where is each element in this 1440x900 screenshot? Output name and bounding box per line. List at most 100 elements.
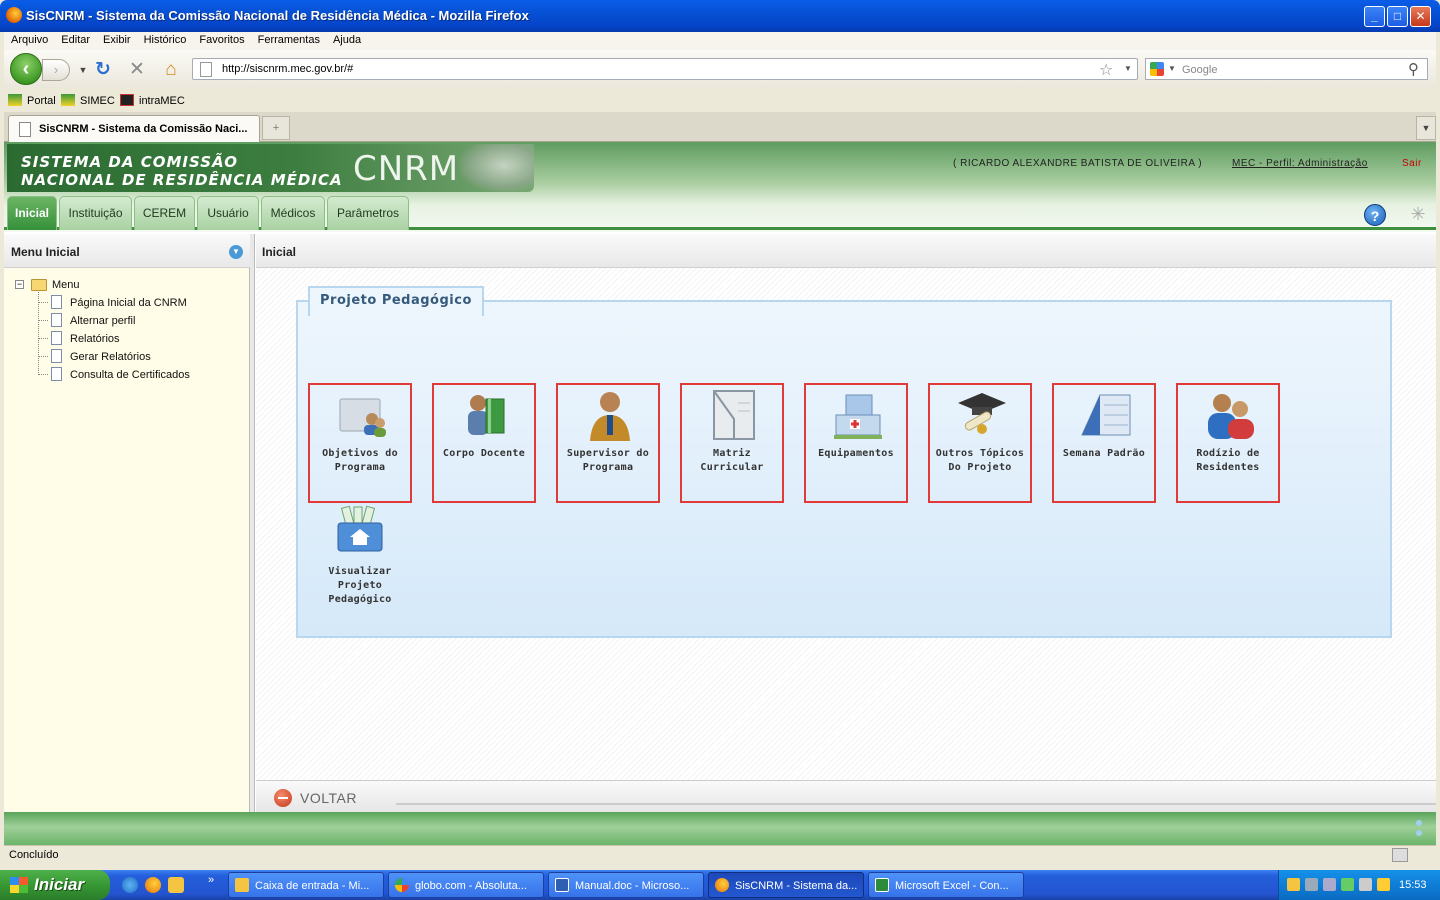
menu-ajuda[interactable]: Ajuda (333, 32, 361, 49)
tile-label: Supervisor do (566, 448, 650, 459)
tile-label: Visualizar (328, 566, 392, 577)
tile-matriz-curricular[interactable]: Matriz Curricular (680, 383, 784, 503)
tree-item-gerar-relatorios[interactable]: Gerar Relatórios (70, 351, 151, 363)
task-caixa-entrada[interactable]: Caixa de entrada - Mi... (228, 872, 384, 898)
menu-exibir[interactable]: Exibir (103, 32, 131, 49)
tray-shield-icon[interactable] (1377, 878, 1390, 891)
task-manual-doc[interactable]: Manual.doc - Microso... (548, 872, 704, 898)
menu-editar[interactable]: Editar (61, 32, 90, 49)
tile-equipamentos[interactable]: Equipamentos (804, 383, 908, 503)
tile-label: Curricular (700, 462, 764, 473)
tray-outlook-icon[interactable] (1287, 878, 1300, 891)
status-text: Concluído (9, 849, 59, 861)
tile-rodizio-residentes[interactable]: Rodízio de Residentes (1176, 383, 1280, 503)
tile-objetivos[interactable]: Objetivos do Programa (308, 383, 412, 503)
tab-parametros[interactable]: Parâmetros (327, 196, 409, 230)
graduation-cap-icon (958, 393, 1006, 434)
bookmark-simec[interactable]: SIMEC (61, 94, 115, 107)
home-icon[interactable]: ⌂ (160, 59, 182, 81)
tile-semana-padrao[interactable]: Semana Padrão (1052, 383, 1156, 503)
bookmark-intramec[interactable]: intraMEC (120, 94, 185, 107)
tree-collapse-toggle[interactable]: − (15, 280, 24, 289)
tray-network-icon[interactable] (1305, 878, 1318, 891)
back-voltar-button[interactable]: VOLTAR (274, 789, 357, 807)
stop-icon[interactable]: ✕ (126, 59, 148, 81)
collapse-icon[interactable]: ▼ (229, 245, 243, 259)
tile-corpo-docente[interactable]: Corpo Docente (432, 383, 536, 503)
help-icon[interactable]: ? (1364, 204, 1386, 226)
url-dropdown-icon[interactable]: ▼ (1124, 64, 1132, 73)
tab-cerem[interactable]: CEREM (134, 196, 195, 230)
tab-medicos[interactable]: Médicos (261, 196, 325, 230)
tab-instituicao[interactable]: Instituição (59, 196, 132, 230)
search-engine-dropdown-icon[interactable]: ▼ (1168, 64, 1176, 73)
bookmark-portal[interactable]: Portal (8, 94, 56, 107)
page-icon (51, 349, 62, 363)
tree-item-relatorios[interactable]: Relatórios (70, 333, 120, 345)
forward-button[interactable]: › (42, 59, 70, 81)
page-icon (51, 331, 62, 345)
minimize-button[interactable]: _ (1364, 6, 1385, 27)
tile-label: Outros Tópicos (935, 448, 1025, 459)
menu-ferramentas[interactable]: Ferramentas (258, 32, 320, 49)
tree-item-consulta-certificados[interactable]: Consulta de Certificados (70, 369, 190, 381)
logo-cnrm: CNRM (353, 149, 460, 189)
system-tray: 15:53 (1278, 870, 1440, 900)
close-button[interactable]: ✕ (1410, 6, 1431, 27)
task-excel[interactable]: Microsoft Excel - Con... (868, 872, 1024, 898)
bookmark-simec-label: SIMEC (80, 95, 115, 107)
logout-link[interactable]: Sair (1402, 158, 1422, 169)
search-icon[interactable]: ⚲ (1408, 60, 1419, 78)
tile-label: Matriz (713, 448, 751, 459)
firefox-quicklaunch-icon[interactable] (145, 877, 161, 893)
panel-splitter[interactable] (250, 234, 255, 812)
bookmark-intramec-label: intraMEC (139, 95, 185, 107)
address-bar[interactable]: http://siscnrm.mec.gov.br/# ☆ ▼ (192, 58, 1138, 80)
search-input[interactable]: Google (1182, 64, 1217, 76)
profile-link[interactable]: MEC - Perfil: Administração (1232, 158, 1368, 169)
firefox-icon (715, 878, 729, 892)
google-icon[interactable] (1150, 62, 1164, 76)
tree-item-alternar-perfil[interactable]: Alternar perfil (70, 315, 135, 327)
left-panel-header: Menu Inicial ▼ (4, 234, 250, 268)
tile-supervisor[interactable]: Supervisor do Programa (556, 383, 660, 503)
more-quicklaunch-icon[interactable]: » (208, 874, 214, 886)
start-button[interactable]: Iniciar (0, 870, 110, 900)
tree-branch (38, 356, 48, 357)
panel-legend: Projeto Pedagógico (308, 286, 484, 316)
tile-outros-topicos[interactable]: Outros Tópicos Do Projeto (928, 383, 1032, 503)
tray-volume-icon[interactable] (1359, 878, 1372, 891)
ie-icon[interactable] (122, 877, 138, 893)
user-name: ( RICARDO ALEXANDRE BATISTA DE OLIVEIRA … (953, 158, 1203, 169)
cnrm-logo: SISTEMA DA COMISSÃO NACIONAL DE RESIDÊNC… (7, 144, 534, 192)
maximize-button[interactable]: □ (1387, 6, 1408, 27)
menu-arquivo[interactable]: Arquivo (11, 32, 48, 49)
voltar-label: VOLTAR (300, 790, 357, 806)
browser-tab-title: SisCNRM - Sistema da Comissão Naci... (39, 123, 248, 135)
task-globo[interactable]: globo.com - Absoluta... (388, 872, 544, 898)
tray-app-icon[interactable] (1341, 878, 1354, 891)
tab-inicial[interactable]: Inicial (7, 196, 57, 230)
app-footer-bar (4, 812, 1436, 845)
addon-icon[interactable] (1392, 848, 1408, 862)
page-icon (19, 122, 31, 137)
menu-favoritos[interactable]: Favoritos (199, 32, 244, 49)
menu-historico[interactable]: Histórico (144, 32, 187, 49)
tab-usuario[interactable]: Usuário (197, 196, 259, 230)
tree-root-menu[interactable]: Menu (52, 279, 80, 291)
back-button[interactable]: ‹ (10, 53, 42, 85)
tree-item-pagina-inicial[interactable]: Página Inicial da CNRM (70, 297, 187, 309)
reload-icon[interactable]: ↻ (92, 59, 114, 81)
search-bar[interactable]: ▼ Google ⚲ (1145, 58, 1428, 80)
tray-security-icon[interactable] (1323, 878, 1336, 891)
outlook-quicklaunch-icon[interactable] (168, 877, 184, 893)
browser-tab-siscnrm[interactable]: SisCNRM - Sistema da Comissão Naci... (8, 115, 260, 142)
history-dropdown-icon[interactable]: ▼ (72, 59, 94, 81)
window-titlebar: SisCNRM - Sistema da Comissão Nacional d… (0, 0, 1440, 32)
bookmark-star-icon[interactable]: ☆ (1099, 60, 1113, 80)
tab-list-button[interactable]: ▼ (1416, 116, 1436, 140)
tile-visualizar-projeto[interactable]: Visualizar Projeto Pedagógico (308, 505, 412, 611)
projeto-pedagogico-panel: Objetivos do Programa Corpo Docente Super… (296, 300, 1392, 638)
new-tab-button[interactable]: + (262, 116, 290, 140)
task-siscnrm[interactable]: SisCNRM - Sistema da... (708, 872, 864, 898)
